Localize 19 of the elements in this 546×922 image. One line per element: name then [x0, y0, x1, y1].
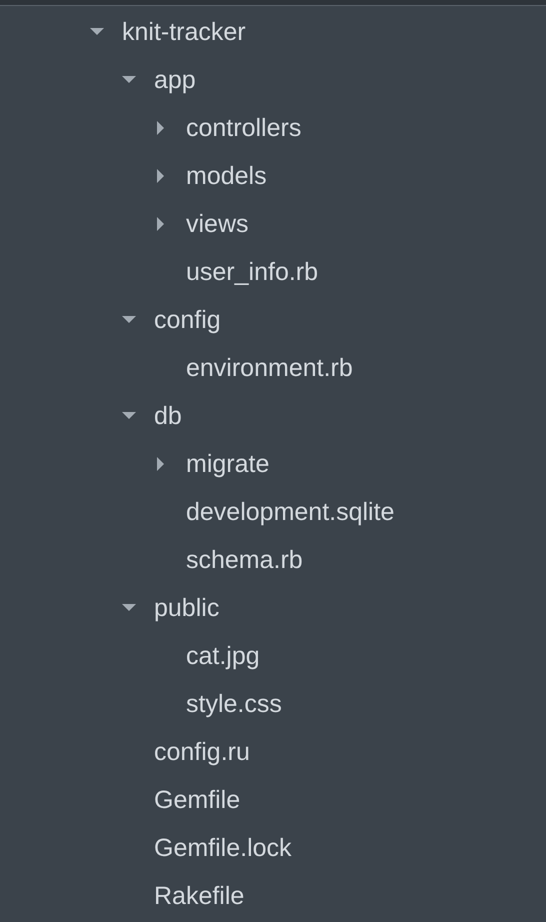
- file-name[interactable]: Gemfile.lock: [154, 834, 292, 862]
- file-name[interactable]: Rakefile: [154, 882, 244, 910]
- folder-name[interactable]: db: [154, 402, 182, 430]
- folder-name[interactable]: migrate: [186, 450, 270, 478]
- file-name[interactable]: config.ru: [154, 738, 250, 766]
- file-name[interactable]: development.sqlite: [186, 498, 394, 526]
- folder-name[interactable]: models: [186, 162, 267, 190]
- file-name[interactable]: Gemfile: [154, 786, 240, 814]
- folder-name[interactable]: config: [154, 306, 221, 334]
- folder-name[interactable]: public: [154, 594, 220, 622]
- file-name[interactable]: user_info.rb: [186, 258, 318, 286]
- file-name[interactable]: cat.jpg: [186, 642, 260, 670]
- file-name[interactable]: schema.rb: [186, 546, 303, 574]
- file-name[interactable]: style.css: [186, 690, 282, 718]
- folder-name[interactable]: views: [186, 210, 249, 238]
- folder-name[interactable]: controllers: [186, 114, 302, 142]
- file-name[interactable]: environment.rb: [186, 354, 353, 382]
- folder-name[interactable]: app: [154, 66, 196, 94]
- folder-name[interactable]: knit-tracker: [122, 18, 246, 46]
